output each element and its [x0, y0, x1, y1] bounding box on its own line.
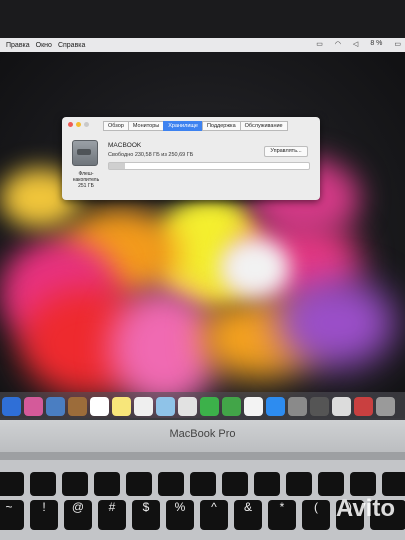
- app-store-icon[interactable]: [266, 396, 285, 416]
- key[interactable]: [0, 472, 24, 496]
- key-7[interactable]: &: [234, 500, 262, 530]
- menu-bar: Правка Окно Справка ▭ ◠ ◁ 8 % ▭: [0, 38, 405, 52]
- laptop-hinge: [0, 452, 405, 460]
- volume-name: MACBOOK: [108, 142, 142, 149]
- messages-icon[interactable]: [200, 396, 219, 416]
- key[interactable]: [94, 472, 120, 496]
- disk-label: Флеш-накопитель 251 ГБ: [72, 171, 100, 189]
- close-button[interactable]: [68, 122, 73, 127]
- menu-item-edit[interactable]: Правка: [6, 42, 30, 49]
- tab-support[interactable]: Поддержка: [201, 121, 241, 131]
- key[interactable]: [222, 472, 248, 496]
- photos-icon[interactable]: [178, 396, 197, 416]
- key-label: !: [42, 500, 46, 514]
- tab-bar: Обзор Мониторы Хранилище Поддержка Обслу…: [103, 121, 288, 131]
- dock-folder-icon[interactable]: [332, 396, 351, 416]
- key-label: #: [108, 500, 116, 514]
- music-icon[interactable]: [244, 396, 263, 416]
- key[interactable]: [30, 472, 56, 496]
- key-8[interactable]: *: [268, 500, 296, 530]
- key-label: (: [314, 500, 318, 514]
- key-label: *: [279, 500, 285, 514]
- key-tilde[interactable]: ~: [0, 500, 24, 530]
- tab-storage[interactable]: Хранилище: [163, 121, 203, 131]
- key-label: %: [174, 500, 186, 514]
- key-label: ^: [211, 500, 217, 514]
- minimize-button[interactable]: [76, 122, 81, 127]
- system-preferences-icon[interactable]: [288, 396, 307, 416]
- wallpaper-purple-splash: [275, 278, 395, 368]
- key-2[interactable]: @: [64, 500, 92, 530]
- key-3[interactable]: #: [98, 500, 126, 530]
- brand-label: MacBook Pro: [169, 428, 236, 440]
- storage-usage-bar: [108, 162, 310, 170]
- key[interactable]: [382, 472, 405, 496]
- key[interactable]: [62, 472, 88, 496]
- key-6[interactable]: ^: [200, 500, 228, 530]
- maps-icon[interactable]: [156, 396, 175, 416]
- menu-bar-status: ▭ ◠ ◁ 8 % ▭: [310, 40, 401, 48]
- window-titlebar: Обзор Мониторы Хранилище Поддержка Обслу…: [62, 117, 320, 132]
- key-1[interactable]: !: [30, 500, 58, 530]
- key-label: $: [142, 500, 150, 514]
- key[interactable]: [286, 472, 312, 496]
- free-space-text: Свободно 230,58 ГБ из 250,69 ГБ: [108, 152, 194, 158]
- storage-usage-fill: [109, 163, 125, 169]
- manage-button[interactable]: Управлять...: [264, 146, 308, 157]
- wallpaper-white-splash: [220, 238, 290, 298]
- notes-icon[interactable]: [112, 396, 131, 416]
- battery-percent[interactable]: 8 %: [370, 40, 382, 48]
- airplay-icon[interactable]: ▭: [316, 40, 323, 48]
- dock-separator: [310, 396, 329, 416]
- reminders-icon[interactable]: [134, 396, 153, 416]
- watermark: Avito: [335, 495, 395, 522]
- dock-app-icon[interactable]: [24, 396, 43, 416]
- trash-icon[interactable]: [376, 396, 395, 416]
- key[interactable]: [126, 472, 152, 496]
- flash-drive-icon: [72, 140, 98, 166]
- menu-item-window[interactable]: Окно: [36, 42, 52, 49]
- dock-stack-icon[interactable]: [354, 396, 373, 416]
- key-5[interactable]: %: [166, 500, 194, 530]
- preview-icon[interactable]: [46, 396, 65, 416]
- contacts-icon[interactable]: [68, 396, 87, 416]
- key-9[interactable]: (: [302, 500, 330, 530]
- tab-displays[interactable]: Мониторы: [127, 121, 165, 131]
- key-4[interactable]: $: [132, 500, 160, 530]
- battery-icon[interactable]: ▭: [394, 40, 401, 48]
- key-label: &: [243, 500, 252, 514]
- key[interactable]: [158, 472, 184, 496]
- key[interactable]: [350, 472, 376, 496]
- wifi-icon[interactable]: ◠: [335, 40, 341, 48]
- zoom-button[interactable]: [84, 122, 89, 127]
- dock: [0, 392, 405, 420]
- key[interactable]: [318, 472, 344, 496]
- desktop-wallpaper: [0, 38, 405, 418]
- key-label: ~: [5, 500, 13, 514]
- volume-icon[interactable]: ◁: [353, 40, 358, 48]
- tab-overview[interactable]: Обзор: [103, 121, 129, 131]
- photo: Правка Окно Справка ▭ ◠ ◁ 8 % ▭ Обзор Мо…: [0, 0, 405, 540]
- calendar-icon[interactable]: [90, 396, 109, 416]
- facetime-icon[interactable]: [222, 396, 241, 416]
- about-this-mac-window: Обзор Мониторы Хранилище Поддержка Обслу…: [62, 117, 320, 200]
- key-label: @: [71, 500, 85, 514]
- finder-icon[interactable]: [2, 396, 21, 416]
- tab-service[interactable]: Обслуживание: [239, 121, 288, 131]
- menu-item-help[interactable]: Справка: [58, 42, 85, 49]
- key[interactable]: [254, 472, 280, 496]
- key[interactable]: [190, 472, 216, 496]
